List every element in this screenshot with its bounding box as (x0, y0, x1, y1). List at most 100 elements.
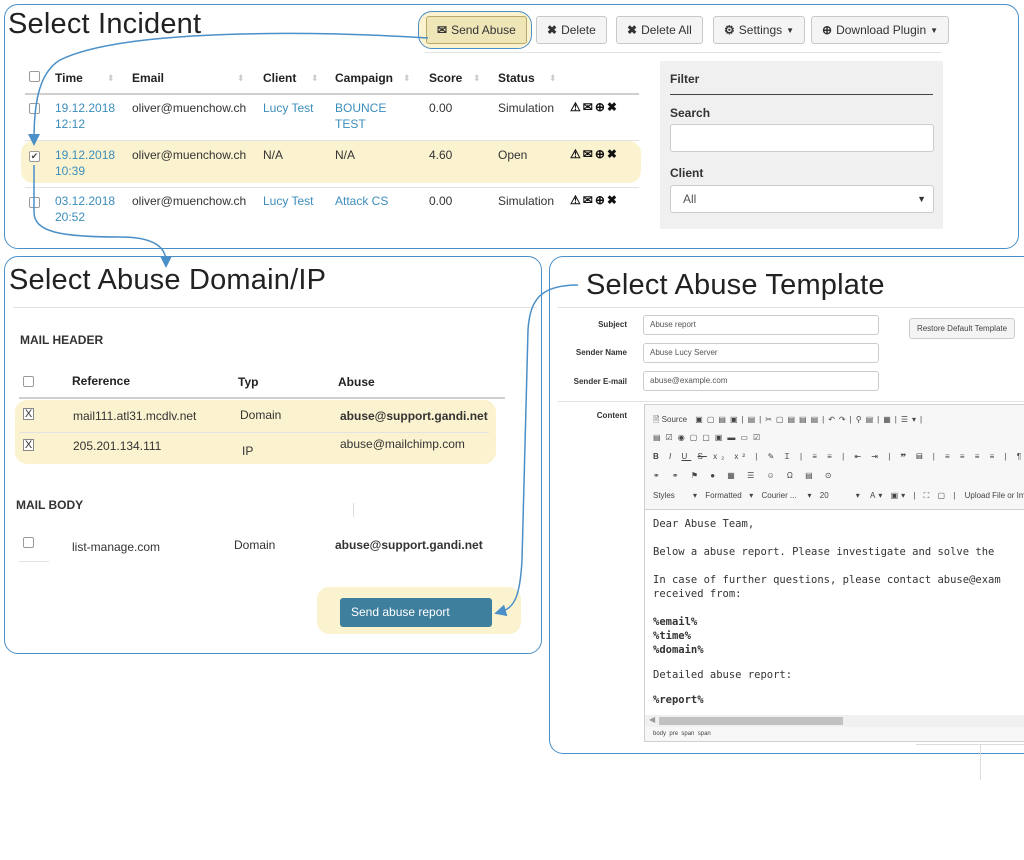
row-action-icons[interactable]: ⚠✉⊕✖ (570, 193, 619, 207)
editor-content[interactable]: Dear Abuse Team, Below a abuse report. P… (645, 509, 1024, 715)
select-all-checkbox[interactable] (23, 376, 34, 387)
scroll-left-icon[interactable]: ◀ (649, 715, 655, 724)
font-select[interactable]: Courier ... (762, 491, 808, 500)
incident-date[interactable]: 19.12.2018 10:39 (55, 147, 115, 179)
incident-client[interactable]: Lucy Test (263, 193, 313, 209)
content-label: Content (596, 411, 627, 420)
row-action-icons[interactable]: ⚠✉⊕✖ (570, 147, 619, 161)
restore-default-button[interactable]: Restore Default Template (909, 318, 1015, 339)
download-icon: ⊕ (822, 23, 833, 37)
insert-tools-icons[interactable]: ⚭ ⚭ ⚑ ● ▦ ☰ ☺ Ω ▤ ⊙ (653, 471, 837, 480)
domain-title: Select Abuse Domain/IP (9, 264, 327, 296)
client-select-value: All (683, 192, 697, 206)
send-abuse-report-button[interactable]: Send abuse report (340, 598, 492, 627)
col-status[interactable]: Status (498, 71, 535, 85)
col-abuse: Abuse (338, 375, 375, 389)
divider (916, 744, 1024, 745)
caret-down-icon: ▼ (786, 25, 795, 35)
abuse-email: abuse@support.gandi.net (340, 409, 488, 423)
incident-score: 0.00 (429, 101, 453, 115)
col-client[interactable]: Client (263, 71, 296, 85)
upload-button[interactable]: Upload File or Image (965, 491, 1024, 500)
row-mark[interactable]: X (23, 408, 34, 420)
format-select[interactable]: Formatted (705, 491, 749, 500)
row-checkbox[interactable] (29, 103, 40, 114)
incident-status: Open (498, 148, 528, 162)
delete-all-button[interactable]: ✖ Delete All (616, 16, 703, 44)
sender-name-input[interactable]: Abuse Lucy Server (643, 343, 879, 363)
download-plugin-button[interactable]: ⊕ Download Plugin ▼ (811, 16, 950, 44)
incident-email: oliver@muenchow.ch (132, 194, 247, 208)
abuse-email: abuse@support.gandi.net (335, 538, 483, 552)
incident-email: oliver@muenchow.ch (132, 148, 247, 162)
table-row[interactable]: list-manage.com Domain abuse@support.gan… (19, 532, 505, 562)
editor-toolbar-row4: ⚭ ⚭ ⚑ ● ▦ ☰ ☺ Ω ▤ ⊙ (653, 471, 837, 480)
sort-icon[interactable]: ⬍ (311, 73, 319, 84)
horizontal-scrollbar[interactable]: ◀ (645, 715, 1024, 727)
template-panel: Select Abuse Template Subject Abuse repo… (549, 256, 1024, 754)
body-line1: Below a abuse report. Please investigate… (653, 546, 995, 558)
sort-icon[interactable]: ⬍ (473, 73, 481, 84)
sort-icon[interactable]: ⬍ (549, 73, 557, 84)
styles-select[interactable]: Styles (653, 491, 693, 500)
row-checkbox[interactable] (23, 537, 34, 548)
body-line2: In case of further questions, please con… (653, 574, 1001, 586)
table-row[interactable]: X mail111.atl31.mcdlv.net Domain abuse@s… (19, 402, 505, 432)
table-row[interactable]: 03.12.2018 20:52 oliver@muenchow.ch Lucy … (25, 188, 639, 233)
source-button[interactable]: Source (662, 415, 687, 424)
size-select[interactable]: 20 (820, 491, 856, 500)
body-line3: received from: (653, 588, 742, 600)
row-checkbox[interactable]: ✔ (29, 151, 40, 162)
form-tools-icons[interactable]: ▤☑◉▢▢▣▬▭☑ (653, 433, 765, 442)
incident-campaign[interactable]: Attack CS (335, 193, 388, 209)
x-icon: ✖ (627, 23, 638, 37)
body-var-domain: %domain% (653, 644, 704, 656)
editor-toolbar-row5: Styles ▾ Formatted ▾ Courier ... ▾ 20 ▾ A▾ ▣… (653, 491, 1024, 501)
sort-icon[interactable]: ⬍ (237, 73, 245, 84)
delete-button[interactable]: ✖ Delete (536, 16, 607, 44)
domain-panel: Select Abuse Domain/IP MAIL HEADER Refer… (4, 256, 542, 654)
scrollbar-thumb[interactable] (659, 717, 843, 725)
incident-campaign[interactable]: BOUNCE TEST (335, 100, 386, 132)
color-tools-icons[interactable]: A▾ ▣▾ | ⛶ ▢ | (870, 491, 958, 500)
sender-name-label: Sender Name (575, 348, 627, 357)
x-icon: ✖ (547, 23, 558, 37)
format-tools-icons[interactable]: B I U S x₂ x² | ✎ Ꮖ | ≡ ≡ | ⇤ ⇥ | ❞ ▤ | … (653, 452, 1024, 461)
col-time[interactable]: Time (55, 71, 83, 85)
incident-campaign: N/A (335, 148, 356, 162)
row-mark[interactable]: X (23, 439, 34, 451)
incident-score: 0.00 (429, 194, 453, 208)
subject-input[interactable]: Abuse report (643, 315, 879, 335)
search-input[interactable] (670, 124, 934, 152)
table-row[interactable]: ✔ 19.12.2018 10:39 oliver@muenchow.ch N/A… (25, 141, 639, 186)
incident-client: N/A (263, 148, 284, 162)
row-checkbox[interactable] (29, 197, 40, 208)
col-campaign[interactable]: Campaign (335, 71, 393, 85)
incident-client[interactable]: Lucy Test (263, 100, 313, 116)
col-score[interactable]: Score (429, 71, 462, 85)
reference: 205.201.134.111 (73, 439, 162, 453)
col-email[interactable]: Email (132, 71, 164, 85)
sender-email-input[interactable]: abuse@example.com (643, 371, 879, 391)
incident-date[interactable]: 03.12.2018 20:52 (55, 193, 115, 225)
send-abuse-button[interactable]: ✉ Send Abuse (426, 16, 527, 44)
row-action-icons[interactable]: ⚠✉⊕✖ (570, 100, 619, 114)
mail-header-label: MAIL HEADER (20, 333, 104, 347)
editor-toolbar-row1: 🗎 Source ▣▢▤▣|▤|✂▢▤▤▤|↶↷|⚲▤|▦|☰▾| (653, 414, 926, 428)
type: Domain (240, 408, 282, 422)
client-select[interactable]: All ▼ (670, 185, 934, 213)
incident-title: Select Incident (8, 8, 202, 40)
body-var-email: %email% (653, 616, 698, 628)
sort-icon[interactable]: ⬍ (107, 73, 115, 84)
select-all-checkbox[interactable] (29, 71, 40, 82)
source-icon[interactable]: 🗎 (653, 415, 659, 424)
table-row[interactable]: 19.12.2018 12:12 oliver@muenchow.ch Lucy … (25, 95, 639, 140)
table-row[interactable]: X 205.201.134.111 IP abuse@mailchimp.com (19, 433, 505, 463)
rich-text-editor[interactable]: 🗎 Source ▣▢▤▣|▤|✂▢▤▤▤|↶↷|⚲▤|▦|☰▾| ▤☑◉▢▢▣… (644, 404, 1024, 742)
reference: mail111.atl31.mcdlv.net (73, 409, 197, 423)
settings-button[interactable]: ⚙ Settings ▼ (713, 16, 806, 44)
sort-icon[interactable]: ⬍ (403, 73, 411, 84)
document-tools-icons[interactable]: ▣▢▤▣|▤|✂▢▤▤▤|↶↷|⚲▤|▦|☰▾| (695, 415, 926, 424)
reference: list-manage.com (72, 540, 161, 554)
incident-date[interactable]: 19.12.2018 12:12 (55, 100, 115, 132)
